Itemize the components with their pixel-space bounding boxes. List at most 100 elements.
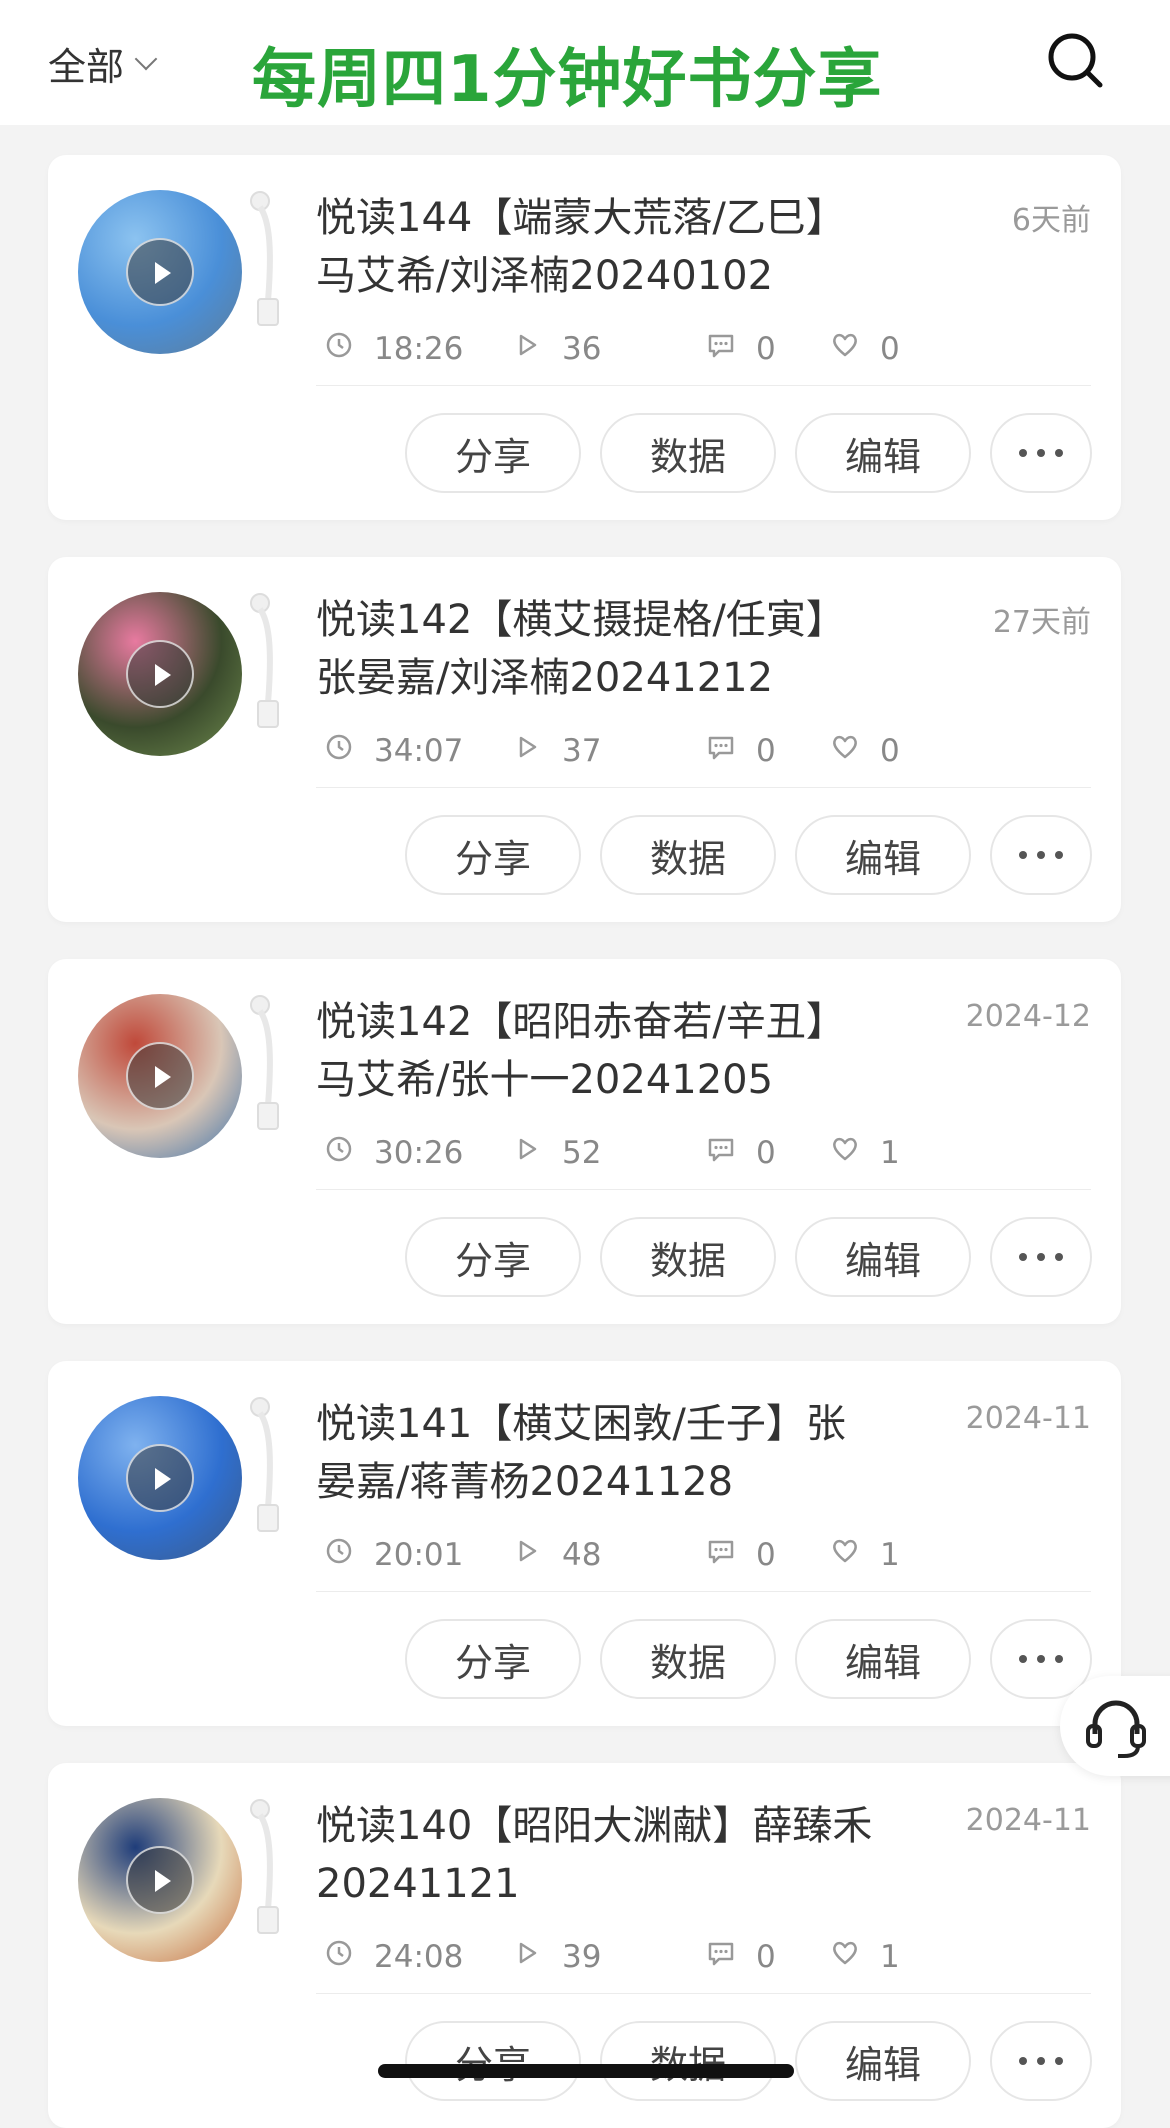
audio-title[interactable]: 悦读141【横艾困敦/壬子】张晏嘉/蒋菁杨20241128 xyxy=(316,1395,876,1511)
comment-icon xyxy=(706,1536,756,1574)
divider xyxy=(316,1189,1091,1190)
publish-time: 27天前 xyxy=(992,605,1091,640)
more-options-button[interactable] xyxy=(990,413,1092,493)
duration-value: 20:01 xyxy=(374,1537,464,1573)
comments-stat: 0 xyxy=(706,1134,776,1172)
share-button[interactable]: 分享 xyxy=(405,815,581,895)
edit-button[interactable]: 编辑 xyxy=(795,815,971,895)
data-button[interactable]: 数据 xyxy=(600,1217,776,1297)
audio-title[interactable]: 悦读144【端蒙大荒落/乙巳】马艾希/刘泽楠20240102 xyxy=(316,189,876,305)
more-dots-icon xyxy=(1055,2057,1063,2065)
edit-button[interactable]: 编辑 xyxy=(795,1217,971,1297)
more-dots-icon xyxy=(1055,851,1063,859)
share-button[interactable]: 分享 xyxy=(405,1217,581,1297)
audio-cover-thumbnail[interactable] xyxy=(78,994,242,1158)
audio-cover-thumbnail[interactable] xyxy=(78,1798,242,1962)
play-icon[interactable] xyxy=(126,1042,194,1110)
audio-title[interactable]: 悦读140【昭阳大渊献】薛臻禾20241121 xyxy=(316,1797,876,1913)
plays-value: 39 xyxy=(562,1939,602,1975)
comments-value: 0 xyxy=(756,1537,776,1573)
plays-stat: 39 xyxy=(512,1938,601,1976)
plays-stat: 36 xyxy=(512,330,601,368)
likes-stat: 0 xyxy=(830,732,900,770)
comments-value: 0 xyxy=(756,331,776,367)
audio-item-card[interactable]: 悦读141【横艾困敦/壬子】张晏嘉/蒋菁杨20241128 2024-11 20… xyxy=(48,1361,1121,1726)
page-title: 每周四1分钟好书分享 xyxy=(252,43,883,117)
duration-stat: 20:01 xyxy=(324,1536,463,1574)
audio-item-card[interactable]: 悦读142【横艾摄提格/任寅】张晏嘉/刘泽楠20241212 27天前 34:0… xyxy=(48,557,1121,922)
likes-value: 1 xyxy=(880,1537,900,1573)
plays-value: 48 xyxy=(562,1537,602,1573)
data-button[interactable]: 数据 xyxy=(600,815,776,895)
clock-icon xyxy=(324,1134,374,1172)
audio-item-card[interactable]: 悦读144【端蒙大荒落/乙巳】马艾希/刘泽楠20240102 6天前 18:26… xyxy=(48,155,1121,520)
comment-icon xyxy=(706,732,756,770)
more-dots-icon xyxy=(1037,851,1045,859)
play-icon[interactable] xyxy=(126,238,194,306)
likes-value: 0 xyxy=(880,331,900,367)
data-button[interactable]: 数据 xyxy=(600,2021,776,2101)
comment-icon xyxy=(706,330,756,368)
chevron-down-icon xyxy=(134,47,158,70)
customer-support-button[interactable] xyxy=(1060,1676,1170,1776)
headset-icon xyxy=(1086,1700,1146,1758)
play-icon[interactable] xyxy=(126,640,194,708)
plays-value: 36 xyxy=(562,331,602,367)
category-filter-label: 全部 xyxy=(48,45,125,89)
more-options-button[interactable] xyxy=(990,2021,1092,2101)
tonearm-icon xyxy=(242,191,282,331)
audio-cover-thumbnail[interactable] xyxy=(78,1396,242,1560)
duration-stat: 30:26 xyxy=(324,1134,463,1172)
heart-icon xyxy=(830,732,880,770)
share-button[interactable]: 分享 xyxy=(405,2021,581,2101)
edit-button[interactable]: 编辑 xyxy=(795,2021,971,2101)
play-count-icon xyxy=(512,1536,562,1574)
data-button[interactable]: 数据 xyxy=(600,1619,776,1699)
clock-icon xyxy=(324,1938,374,1976)
edit-button[interactable]: 编辑 xyxy=(795,1619,971,1699)
heart-icon xyxy=(830,1536,880,1574)
more-dots-icon xyxy=(1037,1655,1045,1663)
duration-stat: 18:26 xyxy=(324,330,463,368)
share-button[interactable]: 分享 xyxy=(405,413,581,493)
duration-stat: 34:07 xyxy=(324,732,463,770)
edit-button[interactable]: 编辑 xyxy=(795,413,971,493)
tonearm-icon xyxy=(242,1397,282,1537)
data-button[interactable]: 数据 xyxy=(600,413,776,493)
more-dots-icon xyxy=(1019,1655,1027,1663)
comments-stat: 0 xyxy=(706,732,776,770)
search-button[interactable] xyxy=(1044,30,1108,94)
play-icon[interactable] xyxy=(126,1846,194,1914)
comment-icon xyxy=(706,1938,756,1976)
audio-title[interactable]: 悦读142【昭阳赤奋若/辛丑】马艾希/张十一20241205 xyxy=(316,993,876,1109)
category-filter-dropdown[interactable]: 全部 xyxy=(48,36,158,91)
clock-icon xyxy=(324,732,374,770)
more-options-button[interactable] xyxy=(990,815,1092,895)
plays-value: 52 xyxy=(562,1135,602,1171)
comments-value: 0 xyxy=(756,1135,776,1171)
duration-value: 30:26 xyxy=(374,1135,464,1171)
more-dots-icon xyxy=(1037,449,1045,457)
plays-value: 37 xyxy=(562,733,602,769)
comments-stat: 0 xyxy=(706,330,776,368)
publish-time: 2024-12 xyxy=(965,999,1091,1034)
divider xyxy=(316,1591,1091,1592)
audio-title[interactable]: 悦读142【横艾摄提格/任寅】张晏嘉/刘泽楠20241212 xyxy=(316,591,876,707)
tonearm-icon xyxy=(242,1799,282,1939)
share-button[interactable]: 分享 xyxy=(405,1619,581,1699)
more-options-button[interactable] xyxy=(990,1217,1092,1297)
audio-item-card[interactable]: 悦读142【昭阳赤奋若/辛丑】马艾希/张十一20241205 2024-12 3… xyxy=(48,959,1121,1324)
duration-value: 24:08 xyxy=(374,1939,464,1975)
comments-stat: 0 xyxy=(706,1536,776,1574)
likes-stat: 1 xyxy=(830,1536,900,1574)
play-icon[interactable] xyxy=(126,1444,194,1512)
top-bar: 全部 每周四1分钟好书分享 xyxy=(0,0,1170,125)
audio-cover-thumbnail[interactable] xyxy=(78,592,242,756)
more-dots-icon xyxy=(1019,1253,1027,1261)
likes-value: 0 xyxy=(880,733,900,769)
audio-cover-thumbnail[interactable] xyxy=(78,190,242,354)
heart-icon xyxy=(830,1938,880,1976)
play-count-icon xyxy=(512,1134,562,1172)
play-count-icon xyxy=(512,732,562,770)
likes-value: 1 xyxy=(880,1135,900,1171)
